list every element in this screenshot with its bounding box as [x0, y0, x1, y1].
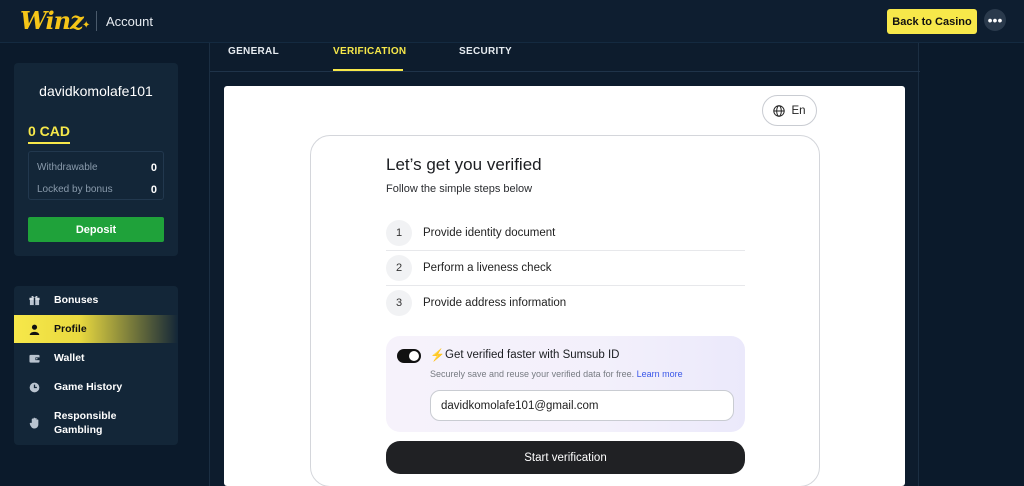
- sidebar-item-label: Wallet: [54, 351, 85, 364]
- lightning-icon: ⚡: [430, 348, 445, 362]
- verification-title: Let’s get you verified: [386, 155, 542, 174]
- locked-label: Locked by bonus: [37, 184, 113, 195]
- step-number: 2: [386, 254, 412, 281]
- sumsub-description: Securely save and reuse your verified da…: [430, 369, 683, 379]
- hand-icon: [14, 417, 54, 429]
- withdrawable-value: 0: [150, 162, 157, 174]
- sidebar-item-profile[interactable]: Profile: [14, 315, 178, 343]
- ellipsis-icon[interactable]: •••: [984, 9, 1006, 31]
- step-3: 3 Provide address information: [386, 285, 745, 320]
- step-2: 2 Perform a liveness check: [386, 250, 745, 285]
- sumsub-title: Get verified faster with Sumsub ID: [445, 349, 620, 361]
- wallet-icon: [14, 353, 54, 364]
- verification-card: Let’s get you verified Follow the simple…: [310, 135, 820, 486]
- top-bar: Winz ✦ Account Back to Casino •••: [0, 0, 1024, 43]
- divider: [96, 11, 97, 31]
- sidebar-item-label: Responsible Gambling: [54, 409, 117, 436]
- locked-row: Locked by bonus 0: [37, 184, 157, 196]
- step-number: 3: [386, 289, 412, 316]
- sidebar-nav: Bonuses Profile Wallet Game History Resp…: [14, 286, 178, 445]
- sidebar-item-label: Profile: [54, 322, 87, 335]
- section-title: Account: [106, 14, 153, 29]
- sidebar-item-wallet[interactable]: Wallet: [14, 344, 178, 372]
- sidebar-item-label: Bonuses: [54, 293, 99, 306]
- tab-security[interactable]: SECURITY: [459, 46, 512, 57]
- sidebar-item-bonuses[interactable]: Bonuses: [14, 286, 178, 314]
- tab-verification[interactable]: VERIFICATION: [333, 46, 406, 57]
- verification-panel: En Let’s get you verified Follow the sim…: [224, 86, 905, 486]
- verification-subtitle: Follow the simple steps below: [386, 183, 533, 195]
- learn-more-link[interactable]: Learn more: [637, 369, 683, 379]
- step-label: Provide identity document: [423, 226, 556, 239]
- back-to-casino-button[interactable]: Back to Casino: [887, 9, 977, 34]
- withdrawable-label: Withdrawable: [37, 162, 98, 173]
- sumsub-id-box: ⚡ Get verified faster with Sumsub ID Sec…: [386, 336, 745, 432]
- step-label: Perform a liveness check: [423, 261, 552, 274]
- email-field[interactable]: [430, 390, 734, 421]
- withdrawable-row: Withdrawable 0: [37, 162, 157, 174]
- step-1: 1 Provide identity document: [386, 215, 745, 250]
- sidebar-item-responsible-gambling[interactable]: Responsible Gambling: [14, 402, 178, 444]
- active-tab-indicator: [333, 69, 403, 71]
- sidebar-item-game-history[interactable]: Game History: [14, 373, 178, 401]
- winz-logo[interactable]: Winz: [20, 6, 84, 35]
- sumsub-toggle[interactable]: [397, 349, 421, 363]
- user-card: davidkomolafe101 0 CAD Withdrawable 0 Lo…: [14, 63, 178, 256]
- globe-icon: [773, 104, 786, 117]
- gift-icon: [14, 295, 54, 306]
- deposit-button[interactable]: Deposit: [28, 217, 164, 242]
- locked-value: 0: [150, 184, 157, 196]
- sparkle-icon: ✦: [82, 20, 91, 31]
- tab-bar: GENERAL VERIFICATION SECURITY: [210, 43, 920, 72]
- toggle-knob: [409, 351, 419, 361]
- username: davidkomolafe101: [39, 83, 153, 99]
- clock-icon: [14, 382, 54, 393]
- sidebar-item-label: Game History: [54, 380, 123, 393]
- step-number: 1: [386, 219, 412, 246]
- tab-general[interactable]: GENERAL: [228, 46, 279, 57]
- balance-breakdown: Withdrawable 0 Locked by bonus 0: [28, 151, 164, 200]
- user-icon: [14, 324, 54, 335]
- step-label: Provide address information: [423, 296, 567, 309]
- balance: 0 CAD: [28, 123, 71, 144]
- language-label: En: [791, 104, 806, 117]
- sumsub-description-text: Securely save and reuse your verified da…: [430, 369, 635, 379]
- language-selector[interactable]: En: [762, 95, 817, 126]
- start-verification-button[interactable]: Start verification: [386, 441, 745, 474]
